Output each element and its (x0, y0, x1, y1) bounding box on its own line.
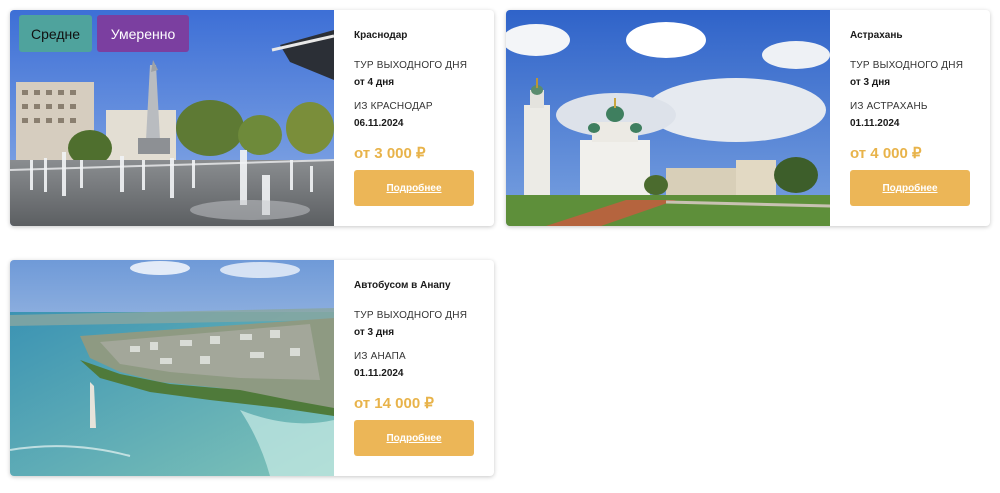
tour-type: ТУР ВЫХОДНОГО ДНЯ (850, 60, 964, 71)
tour-photo-astrakhan[interactable] (506, 10, 830, 226)
details-button[interactable]: Подробнее (850, 170, 970, 206)
tour-price: от 3 000 ₽ (354, 145, 426, 162)
tour-duration: от 3 дня (850, 77, 891, 88)
tour-departure-city: ИЗ АСТРАХАНЬ (850, 101, 928, 112)
tour-departure-city: ИЗ АНАПА (354, 351, 406, 362)
difficulty-badge: Средне (19, 15, 92, 52)
tour-duration: от 4 дня (354, 77, 395, 88)
tour-title[interactable]: Краснодар (354, 30, 407, 41)
tour-card-anapa[interactable]: Автобусом в Анапу ТУР ВЫХОДНОГО ДНЯ от 3… (10, 260, 494, 476)
tour-photo-anapa[interactable] (10, 260, 334, 476)
tour-date: 01.11.2024 (354, 368, 404, 379)
tour-info: Краснодар ТУР ВЫХОДНОГО ДНЯ от 4 дня ИЗ … (354, 10, 484, 226)
tour-info: Астрахань ТУР ВЫХОДНОГО ДНЯ от 3 дня ИЗ … (850, 10, 980, 226)
tour-date: 06.11.2024 (354, 118, 404, 129)
details-button[interactable]: Подробнее (354, 420, 474, 456)
details-button[interactable]: Подробнее (354, 170, 474, 206)
tour-date: 01.11.2024 (850, 118, 900, 129)
tour-photo-krasnodar[interactable]: Средне Умеренно (10, 10, 334, 226)
tour-departure-city: ИЗ КРАСНОДАР (354, 101, 433, 112)
tour-duration: от 3 дня (354, 327, 395, 338)
tour-info: Автобусом в Анапу ТУР ВЫХОДНОГО ДНЯ от 3… (354, 260, 484, 476)
tour-type: ТУР ВЫХОДНОГО ДНЯ (354, 310, 468, 321)
intensity-badge: Умеренно (97, 15, 189, 52)
tour-title[interactable]: Астрахань (850, 30, 903, 41)
tour-card-krasnodar[interactable]: Средне Умеренно Краснодар ТУР ВЫХОДНОГО … (10, 10, 494, 226)
tour-price: от 4 000 ₽ (850, 145, 922, 162)
tour-type: ТУР ВЫХОДНОГО ДНЯ (354, 60, 468, 71)
tour-card-astrakhan[interactable]: Астрахань ТУР ВЫХОДНОГО ДНЯ от 3 дня ИЗ … (506, 10, 990, 226)
tour-title[interactable]: Автобусом в Анапу (354, 280, 451, 291)
tour-price: от 14 000 ₽ (354, 395, 434, 412)
